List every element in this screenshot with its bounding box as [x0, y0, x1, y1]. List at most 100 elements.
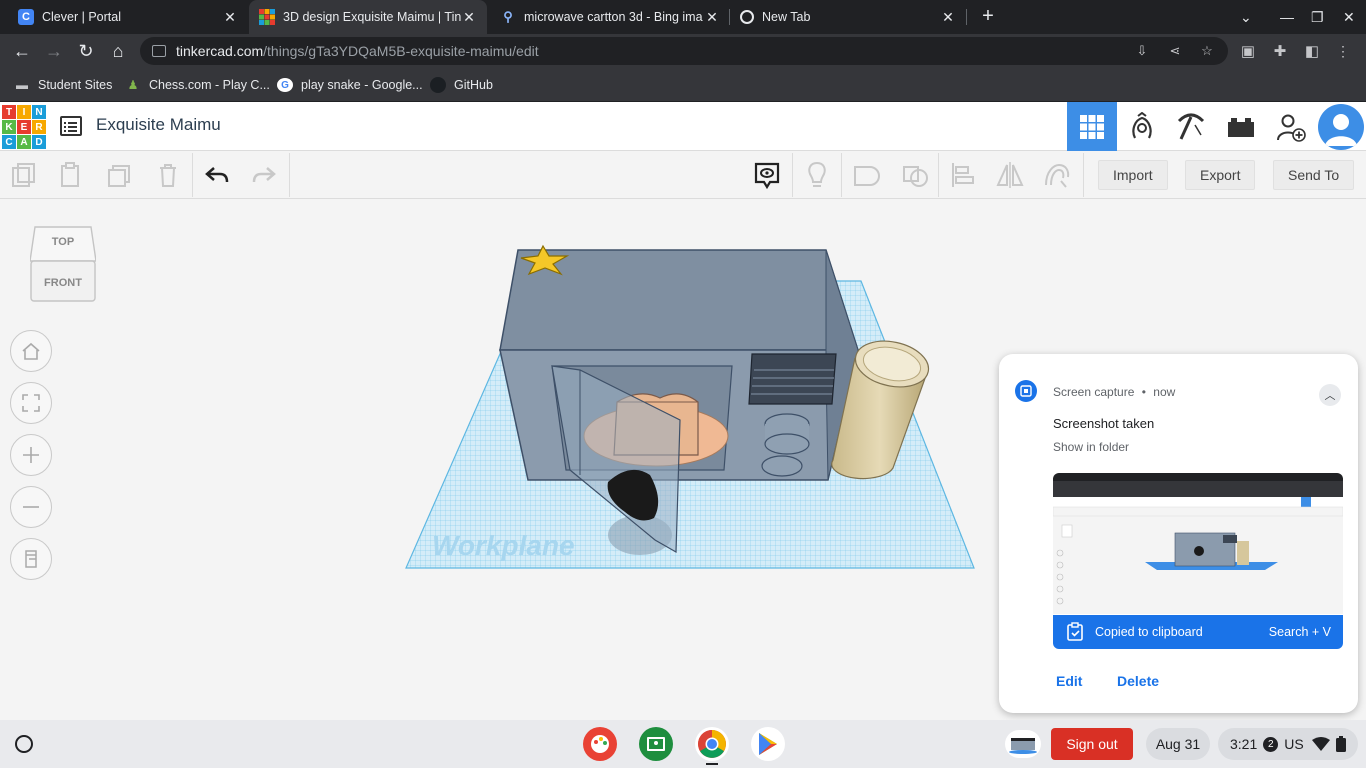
share-icon[interactable]: ⋖ — [1167, 43, 1183, 59]
extensions-puzzle-icon[interactable]: ✚ — [1271, 43, 1289, 61]
tab-new-tab[interactable]: New Tab ✕ — [730, 0, 966, 34]
logo-letter: K — [2, 120, 16, 134]
date-tray[interactable]: Aug 31 — [1146, 728, 1210, 760]
bing-search-icon: ⚲ — [503, 9, 513, 24]
home-icon[interactable]: ⌂ — [106, 39, 130, 63]
close-window-icon[interactable]: ✕ — [1343, 0, 1355, 34]
new-tab-button[interactable]: + — [976, 4, 1000, 28]
screenshot-notification[interactable]: Screen capture • now ︿ Screenshot taken … — [999, 354, 1358, 713]
install-icon[interactable]: ⇩ — [1134, 43, 1150, 59]
site-info-icon[interactable] — [152, 45, 166, 57]
mirror-icon — [996, 162, 1024, 188]
separator-dot: • — [1141, 385, 1146, 399]
clever-icon: C — [18, 9, 34, 25]
tab-bing[interactable]: ⚲ microwave cartton 3d - Bing ima ✕ — [490, 0, 730, 34]
chess-pawn-icon: ♟ — [127, 78, 139, 92]
duplicate-icon — [108, 165, 130, 187]
bookmark-chess[interactable]: ♟ Chess.com - Play C... — [125, 76, 270, 94]
minimize-icon[interactable]: — — [1280, 0, 1294, 34]
show-all-button[interactable] — [801, 159, 833, 191]
screen-capture-icon — [1015, 380, 1037, 402]
paste-button[interactable] — [55, 159, 87, 191]
bookmark-snake[interactable]: G play snake - Google... — [277, 76, 423, 94]
extension-icon[interactable]: ▣ — [1239, 43, 1257, 61]
tinkercad-logo[interactable]: T I N K E R C A D — [2, 105, 46, 149]
collapse-icon[interactable]: ︿ — [1319, 384, 1341, 406]
screenshot-thumbnail[interactable] — [1053, 473, 1343, 614]
undo-button[interactable] — [201, 159, 233, 191]
notes-speech-icon — [754, 162, 780, 189]
mirror-button[interactable] — [994, 159, 1026, 191]
side-panel-icon[interactable]: ◧ — [1303, 43, 1321, 61]
github-icon — [430, 77, 446, 93]
cruise-button[interactable] — [1041, 159, 1073, 191]
redo-icon — [252, 167, 276, 183]
bricks-view-button[interactable] — [1216, 102, 1266, 151]
user-avatar[interactable] — [1318, 104, 1364, 150]
reload-icon[interactable]: ↻ — [74, 39, 98, 63]
group-icon — [854, 166, 880, 186]
forward-icon[interactable]: → — [42, 39, 66, 63]
vent-panel-shape[interactable] — [748, 353, 837, 405]
tab-separator — [966, 9, 967, 25]
notification-count-badge: 2 — [1263, 736, 1279, 752]
input-locale: US — [1284, 736, 1304, 752]
restore-icon[interactable]: ❐ — [1311, 0, 1324, 34]
delete-screenshot-button[interactable]: Delete — [1117, 673, 1159, 689]
add-person-icon — [1277, 114, 1306, 142]
close-tab-icon[interactable]: ✕ — [461, 9, 477, 26]
duplicate-button[interactable] — [104, 159, 136, 191]
align-icon — [952, 163, 974, 187]
align-button[interactable] — [947, 159, 979, 191]
tab-title: New Tab — [762, 10, 811, 24]
bookmark-star-icon[interactable]: ☆ — [1199, 43, 1215, 59]
launcher-icon[interactable] — [15, 735, 33, 753]
trash-icon — [160, 164, 176, 187]
show-in-folder-link[interactable]: Show in folder — [1053, 440, 1129, 454]
bookmark-label: GitHub — [454, 78, 493, 92]
logo-letter: A — [17, 135, 31, 149]
bookmark-student-sites[interactable]: ▬ Student Sites — [14, 76, 112, 94]
redo-button[interactable] — [248, 159, 280, 191]
notification-source: Screen capture • now — [1053, 385, 1175, 399]
copy-button[interactable] — [8, 159, 40, 191]
tab-tinkercad[interactable]: 3D design Exquisite Maimu | Tin ✕ — [249, 0, 487, 34]
send-to-button[interactable]: Send To — [1273, 160, 1355, 190]
notes-button[interactable] — [751, 159, 783, 191]
back-icon[interactable]: ← — [10, 39, 34, 63]
chrome-app-icon[interactable] — [695, 727, 729, 761]
dial-knob-shapes[interactable] — [761, 413, 810, 477]
close-tab-icon[interactable]: ✕ — [704, 9, 720, 26]
ungroup-button[interactable] — [899, 159, 931, 191]
status-tray[interactable]: 3:21 2 US — [1218, 728, 1358, 760]
bookmark-github[interactable]: GitHub — [430, 76, 493, 94]
blocks-view-button[interactable] — [1117, 102, 1167, 151]
export-button[interactable]: Export — [1185, 160, 1256, 190]
canvas-app-icon[interactable] — [583, 727, 617, 761]
edit-screenshot-button[interactable]: Edit — [1056, 673, 1082, 689]
tab-search-icon[interactable]: ⌄ — [1240, 0, 1252, 34]
tab-clever[interactable]: C Clever | Portal ✕ — [8, 0, 248, 34]
pickaxe-icon — [1177, 113, 1205, 140]
3d-design-view-button[interactable] — [1067, 102, 1117, 151]
delete-button[interactable] — [152, 159, 184, 191]
group-button[interactable] — [850, 159, 882, 191]
cruise-icon — [1045, 163, 1070, 188]
design-list-icon[interactable] — [60, 116, 82, 136]
tinkercad-header: T I N K E R C A D Exquisite Maimu — [0, 102, 1366, 151]
address-bar[interactable]: tinkercad.com /things/gTa3YDQaM5B-exquis… — [140, 37, 1228, 65]
close-tab-icon[interactable]: ✕ — [222, 9, 238, 26]
paste-icon — [61, 162, 79, 187]
minecraft-view-button[interactable] — [1166, 102, 1216, 151]
sign-out-button[interactable]: Sign out — [1051, 728, 1133, 760]
copied-to-clipboard-bar[interactable]: Copied to clipboard Search + V — [1053, 615, 1343, 649]
classroom-app-icon[interactable] — [639, 727, 673, 761]
close-tab-icon[interactable]: ✕ — [940, 9, 956, 26]
play-store-app-icon[interactable] — [751, 727, 785, 761]
invite-collaborator-button[interactable] — [1266, 102, 1316, 151]
tray-screenshot-thumbnail[interactable] — [1005, 730, 1041, 758]
import-button[interactable]: Import — [1098, 160, 1168, 190]
toolbar-divider — [1083, 153, 1084, 197]
design-title[interactable]: Exquisite Maimu — [96, 115, 221, 135]
menu-kebab-icon[interactable]: ⋮ — [1336, 43, 1350, 59]
